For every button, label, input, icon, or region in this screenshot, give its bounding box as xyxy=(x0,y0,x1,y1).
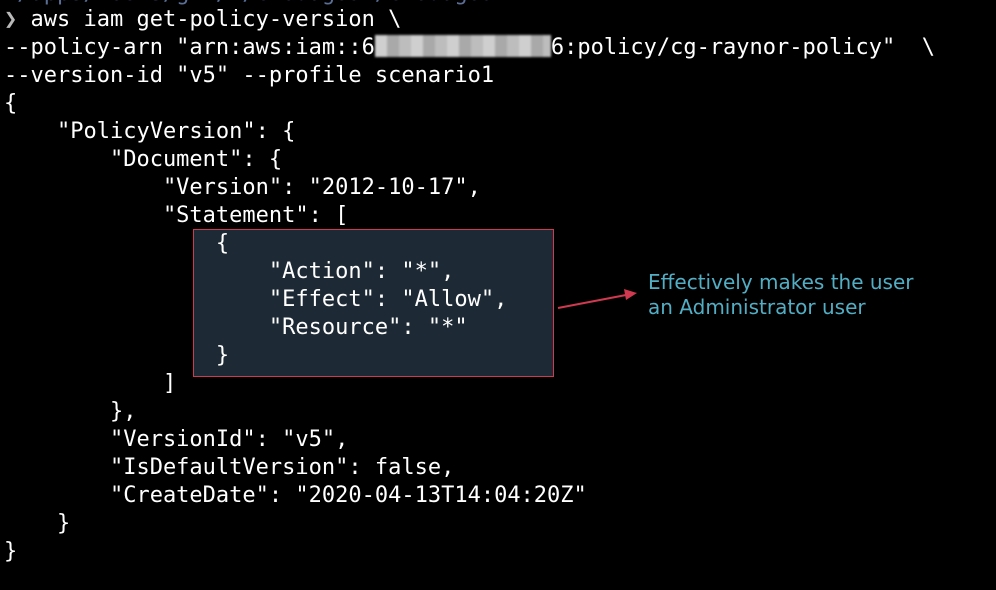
output-line: } xyxy=(4,511,71,536)
command-line-2: --policy-arn "arn:aws:iam::6 6:policy/cg-… xyxy=(4,34,935,62)
output-line: } xyxy=(4,539,18,564)
redacted-account-id xyxy=(374,35,551,57)
output-line: "VersionId": "v5", xyxy=(4,427,349,452)
terminal-window[interactable]: ~/dpps/tools/git/…/cloudgoat/cloudgoat ❯… xyxy=(0,0,996,590)
output-line: { xyxy=(4,231,230,256)
output-line: "Version": "2012-10-17", xyxy=(4,175,481,200)
output-line: "CreateDate": "2020-04-13T14:04:20Z" xyxy=(4,483,587,508)
output-line-effect: "Effect": "Allow", xyxy=(4,287,508,312)
output-line: "Document": { xyxy=(4,147,283,172)
output-line: }, xyxy=(4,399,137,424)
output-line: ] xyxy=(4,371,177,396)
output-line: "PolicyVersion": { xyxy=(4,119,296,144)
annotation-line-1: Effectively makes the user xyxy=(648,270,914,294)
output-line-action: "Action": "*", xyxy=(4,259,455,284)
output-line-resource: "Resource": "*" xyxy=(4,315,468,340)
prompt-chevron-icon: ❯ xyxy=(4,7,18,32)
output-line: "Statement": [ xyxy=(4,203,349,228)
output-line: { xyxy=(4,91,18,116)
command-text-2-prefix: --policy-arn "arn:aws:iam::6 xyxy=(4,35,375,60)
annotation-text: Effectively makes the user an Administra… xyxy=(648,270,914,320)
annotation-line-2: an Administrator user xyxy=(648,295,866,319)
command-line-3: --version-id "v5" --profile scenario1 xyxy=(4,63,495,88)
command-line-1: ❯ aws iam get-policy-version \ xyxy=(4,6,401,34)
command-text-2-suffix: 6:policy/cg-raynor-policy" \ xyxy=(550,35,935,60)
command-text-1: aws iam get-policy-version \ xyxy=(30,7,402,32)
output-line: "IsDefaultVersion": false, xyxy=(4,455,455,480)
output-line: } xyxy=(4,343,230,368)
